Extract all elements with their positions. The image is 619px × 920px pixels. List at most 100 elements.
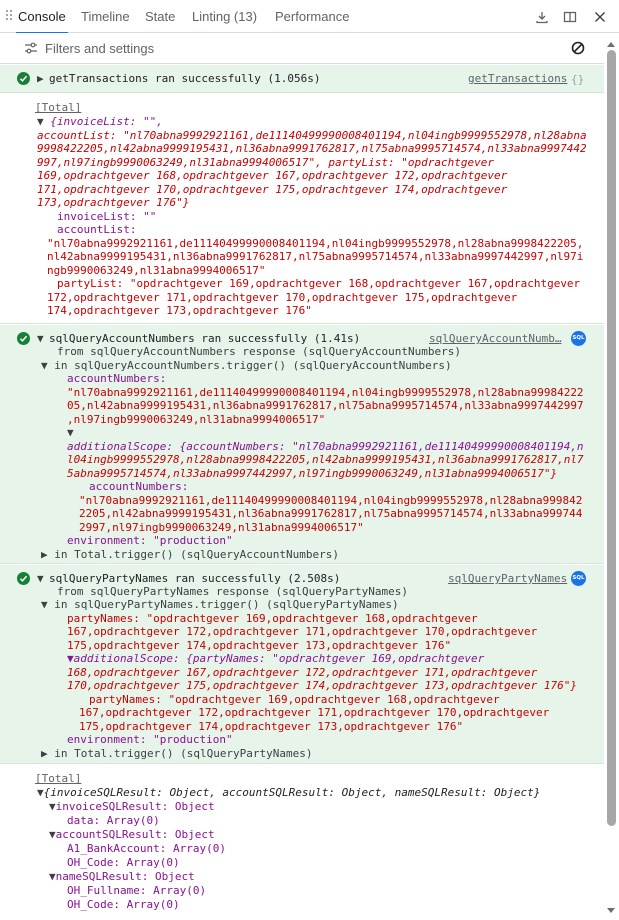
success-check-icon bbox=[17, 572, 30, 585]
trigger-expander[interactable]: ▶ in Total.trigger() (sqlQueryPartyNames… bbox=[41, 747, 313, 761]
property-OH_Code: OH_Code: Array(0) bbox=[67, 856, 180, 869]
preview-line: 997,nl97ingb9990063249,nl31abna999400651… bbox=[37, 156, 494, 169]
object-expander[interactable]: ▼ {invoiceList: "", bbox=[37, 115, 163, 129]
accountSQLResult-expander[interactable]: ▼accountSQLResult: Object bbox=[49, 828, 215, 842]
property-accountNumbers-nested: accountNumbers: bbox=[89, 480, 189, 493]
sql-badge-icon: SQL bbox=[571, 571, 586, 586]
source-link[interactable]: sqlQueryPartyNames bbox=[448, 572, 567, 585]
value-line: ngb9990063249,nl31abna9994006517" bbox=[47, 264, 266, 277]
total-link[interactable]: [Total] bbox=[35, 772, 81, 785]
clear-console-icon[interactable] bbox=[571, 41, 585, 55]
message-text: sqlQueryAccountNumbers ran successfully … bbox=[49, 332, 361, 345]
dock-side-icon[interactable] bbox=[562, 9, 578, 25]
success-check-icon bbox=[17, 332, 30, 345]
trigger-text: in sqlQueryAccountNumbers.trigger() (sql… bbox=[54, 359, 452, 372]
property-data: data: Array(0) bbox=[67, 814, 160, 827]
property-additionalScope: additionalScope: {accountNumbers: "nl70a… bbox=[67, 440, 584, 453]
nameSQLResult-expander[interactable]: ▼nameSQLResult: Object bbox=[49, 870, 195, 884]
svg-text:{}: {} bbox=[571, 73, 584, 86]
trigger-text: in Total.trigger() (sqlQueryPartyNames) bbox=[54, 747, 313, 760]
preview-line: accountList: "nl70abna9992921161,de11140… bbox=[37, 129, 587, 142]
value-line: "nl70abna9992921161,de111404999900084011… bbox=[67, 386, 584, 399]
preview-line: 171,opdrachtgever 170,opdrachtgever 175,… bbox=[37, 183, 508, 196]
download-icon[interactable] bbox=[534, 9, 550, 25]
console-log-total-result: [Total] ▼{invoiceSQLResult: Object, acco… bbox=[0, 765, 604, 920]
property-partyList: partyList: "opdrachtgever 169,opdrachtge… bbox=[57, 277, 581, 290]
invoiceSQLResult-expander[interactable]: ▼invoiceSQLResult: Object bbox=[49, 800, 215, 814]
console-message-getTransactions: ▶ getTransactions ran successfully (1.05… bbox=[0, 65, 604, 93]
total-link[interactable]: [Total] bbox=[35, 101, 81, 114]
property-environment: environment: "production" bbox=[67, 534, 233, 547]
value-line: 2205,nl42abna9999195431,nl36abna99917628… bbox=[79, 507, 583, 520]
console-message-sqlQueryAccountNumbers: ▼ sqlQueryAccountNumbers ran successfull… bbox=[0, 325, 604, 564]
sql-badge-icon: SQL bbox=[571, 331, 586, 346]
property-environment: environment: "production" bbox=[67, 733, 233, 746]
scrollbar-thumb[interactable] bbox=[607, 50, 616, 826]
scroll-up-arrow-icon[interactable] bbox=[606, 40, 616, 48]
property-invoiceList: invoiceList: "" bbox=[57, 210, 157, 223]
filter-bar: Filters and settings bbox=[0, 33, 619, 64]
value-line: 2997,nl97ingb9990063249,nl31abna99940065… bbox=[79, 521, 364, 534]
property-OH_Code: OH_Code: Array(0) bbox=[67, 898, 180, 911]
tab-performance[interactable]: Performance bbox=[275, 0, 349, 33]
success-check-icon bbox=[17, 72, 30, 85]
console-log-total: [Total] ▼ {invoiceList: "", accountList:… bbox=[0, 94, 604, 324]
value-line: l04ingb9999552978,nl28abna9998422205,nl4… bbox=[67, 453, 584, 466]
panel-tab-bar: Console Timeline State Linting (13) Perf… bbox=[0, 0, 619, 34]
preview-line: 9998422205,nl42abna9999195431,nl36abna99… bbox=[37, 142, 587, 155]
value-line: "nl70abna9992921161,de111404999900084011… bbox=[47, 237, 584, 250]
value-line: 5abna9995714574,nl33abna9997442997,nl97i… bbox=[67, 467, 558, 480]
code-braces-icon[interactable]: {} bbox=[571, 72, 587, 86]
filter-settings-icon[interactable] bbox=[24, 42, 38, 54]
property-partyNames-nested: partyNames: "opdrachtgever 169,opdrachtg… bbox=[89, 693, 500, 706]
value-line: 168,opdrachtgever 167,opdrachtgever 172,… bbox=[67, 666, 538, 679]
trigger-expander[interactable]: ▼ in sqlQueryAccountNumbers.trigger() (s… bbox=[41, 359, 452, 373]
message-text: sqlQueryPartyNames ran successfully (2.5… bbox=[49, 572, 341, 585]
value-line: 174,opdrachtgever 173,opdrachtgever 176" bbox=[47, 304, 312, 317]
trigger-text: in Total.trigger() (sqlQueryAccountNumbe… bbox=[54, 548, 340, 561]
object-preview: {invoiceSQLResult: Object, accountSQLRes… bbox=[43, 786, 541, 799]
property-OH_Fullname: OH_Fullname: Array(0) bbox=[67, 884, 207, 897]
object-preview: {invoiceList: "", bbox=[50, 115, 163, 128]
tab-timeline[interactable]: Timeline bbox=[81, 0, 130, 33]
expand-toggle[interactable]: ▼ bbox=[67, 426, 74, 440]
property-invoiceSQLResult: invoiceSQLResult: Object bbox=[55, 800, 215, 813]
source-link[interactable]: sqlQueryAccountNumb… bbox=[429, 332, 561, 345]
preview-line: 169,opdrachtgever 168,opdrachtgever 167,… bbox=[37, 169, 508, 182]
collapse-arrow-icon[interactable]: ▼ bbox=[37, 572, 44, 586]
object-expander[interactable]: ▼{invoiceSQLResult: Object, accountSQLRe… bbox=[37, 786, 540, 800]
collapse-arrow-icon[interactable]: ▼ bbox=[37, 332, 44, 346]
property-accountSQLResult: accountSQLResult: Object bbox=[55, 828, 215, 841]
value-line: 170,opdrachtgever 175,opdrachtgever 174,… bbox=[67, 679, 577, 692]
tab-linting[interactable]: Linting (13) bbox=[192, 0, 257, 33]
preview-line: 173,opdrachtgever 176"} bbox=[37, 196, 190, 209]
tab-state[interactable]: State bbox=[145, 0, 175, 33]
value-line: 167,opdrachtgever 172,opdrachtgever 171,… bbox=[79, 706, 550, 719]
trigger-text: in sqlQueryPartyNames.trigger() (sqlQuer… bbox=[54, 598, 399, 611]
value-line: 175,opdrachtgever 174,opdrachtgever 173,… bbox=[67, 639, 452, 652]
property-additionalScope[interactable]: ▼additionalScope: {partyNames: "opdracht… bbox=[67, 652, 484, 666]
from-response-line[interactable]: from sqlQueryPartyNames response (sqlQue… bbox=[57, 585, 408, 599]
from-response-line[interactable]: from sqlQueryAccountNumbers response (sq… bbox=[57, 345, 461, 359]
trigger-expander[interactable]: ▼ in sqlQueryPartyNames.trigger() (sqlQu… bbox=[41, 598, 399, 612]
filters-and-settings-button[interactable]: Filters and settings bbox=[45, 41, 154, 56]
property-partyNames: partyNames: "opdrachtgever 169,opdrachtg… bbox=[67, 612, 478, 625]
console-message-sqlQueryPartyNames: ▼ sqlQueryPartyNames ran successfully (2… bbox=[0, 565, 604, 764]
property-A1_BankAccount: A1_BankAccount: Array(0) bbox=[67, 842, 226, 855]
close-icon[interactable] bbox=[592, 9, 608, 25]
property-accountList: accountList: bbox=[57, 223, 137, 236]
trigger-expander[interactable]: ▶ in Total.trigger() (sqlQueryAccountNum… bbox=[41, 548, 339, 562]
value-line: ,nl97ingb9990063249,nl31abna9994006517" bbox=[67, 413, 326, 426]
property-accountNumbers: accountNumbers: bbox=[67, 372, 167, 385]
value-line: 167,opdrachtgever 172,opdrachtgever 171,… bbox=[67, 625, 538, 638]
tab-console[interactable]: Console bbox=[16, 0, 68, 34]
message-text: getTransactions ran successfully (1.056s… bbox=[49, 72, 321, 85]
source-link[interactable]: getTransactions bbox=[468, 72, 567, 85]
property-nameSQLResult: nameSQLResult: Object bbox=[55, 870, 195, 883]
value-line: "nl70abna9992921161,de111404999900084011… bbox=[79, 494, 583, 507]
expand-arrow-icon[interactable]: ▶ bbox=[37, 72, 44, 86]
value-line: 175,opdrachtgever 174,opdrachtgever 173,… bbox=[79, 720, 464, 733]
value-line: nl42abna9999195431,nl36abna9991762817,nl… bbox=[47, 250, 584, 263]
drag-handle-icon[interactable] bbox=[6, 10, 14, 24]
scroll-down-arrow-icon[interactable] bbox=[606, 907, 616, 915]
